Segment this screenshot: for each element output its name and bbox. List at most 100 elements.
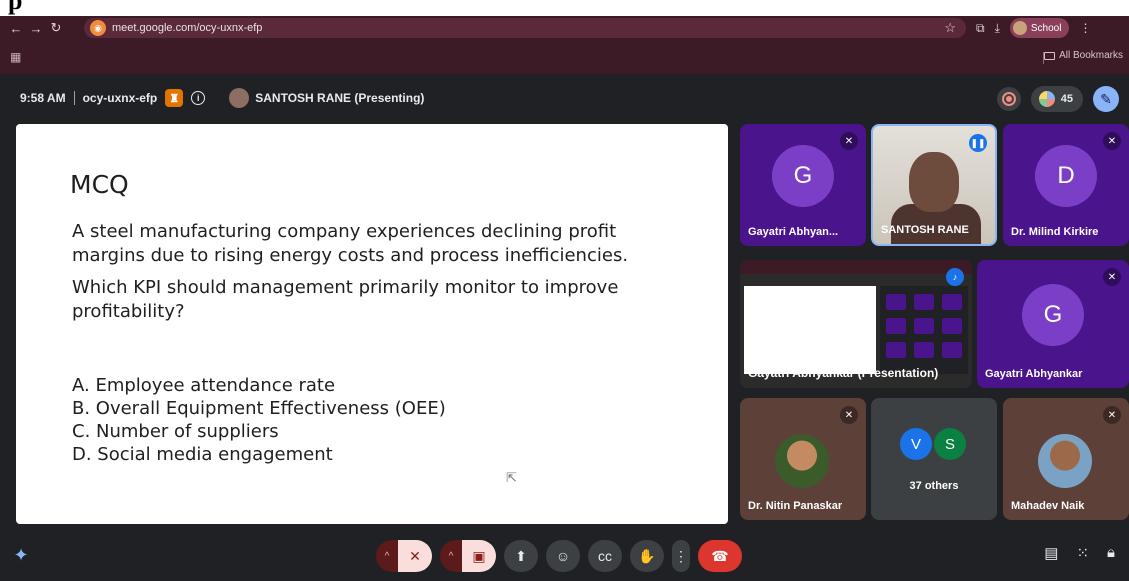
- participant-count: 45: [1060, 93, 1073, 105]
- participant-name: Gayatri Abhyankar: [985, 368, 1083, 380]
- presenter-avatar: [229, 88, 250, 108]
- answer-options: A. Employee attendance rate B. Overall E…: [72, 374, 446, 466]
- meeting-time: 9:58 AM: [20, 91, 66, 105]
- camera-control: ^ ▣: [440, 540, 496, 572]
- bookmark-star-icon[interactable]: ☆: [944, 20, 956, 36]
- mic-off-icon: ✕: [840, 132, 858, 150]
- option-b: B. Overall Equipment Effectiveness (OEE): [72, 398, 446, 419]
- control-bar: ✦ ^ ✕ ^ ▣ ⬆ ☺ cc ✋ ⋮ ☎ ▤ ⁙ 🔒︎: [0, 534, 1129, 581]
- present-screen-button[interactable]: ⬆: [504, 540, 538, 572]
- participant-name: SANTOSH RANE: [881, 224, 969, 236]
- others-count: 37 others: [909, 480, 959, 492]
- toolbar-right: ⧉ ⤓ School ⋮: [976, 18, 1091, 38]
- cut-off-heading: p: [8, 0, 23, 15]
- participant-name: Gayatri Abhyankar (Presentation): [748, 366, 939, 380]
- site-settings-icon[interactable]: ◉: [90, 20, 106, 36]
- avatar: S: [934, 428, 966, 460]
- call-controls: ^ ✕ ^ ▣ ⬆ ☺ cc ✋ ⋮ ☎: [376, 540, 742, 572]
- header-divider: [73, 91, 75, 105]
- all-bookmarks-label: All Bookmarks: [1059, 50, 1123, 61]
- participants-icon: [1038, 91, 1055, 107]
- mic-off-button[interactable]: ✕: [398, 540, 432, 572]
- participant-photo: [1038, 434, 1092, 488]
- participant-initial: D: [1035, 145, 1097, 207]
- side-controls: ▤ ⁙ 🔒︎: [1044, 544, 1115, 562]
- participant-tile[interactable]: ✕ Mahadev Naik: [1003, 398, 1129, 520]
- reload-icon[interactable]: ↻: [46, 18, 66, 38]
- info-icon[interactable]: i: [191, 91, 206, 105]
- host-controls-lock-icon[interactable]: 🔒︎: [1107, 544, 1115, 562]
- forward-icon[interactable]: →: [26, 18, 46, 38]
- top-strip: p: [0, 0, 1129, 16]
- participant-name: Gayatri Abhyan...: [748, 226, 839, 238]
- extensions-icon[interactable]: ⧉: [976, 21, 985, 36]
- slide-title: MCQ: [70, 170, 129, 199]
- audio-settings-chevron-icon[interactable]: ^: [376, 540, 398, 572]
- meeting-code: ocy-uxnx-efp: [82, 91, 158, 105]
- participant-name: Dr. Nitin Panaskar: [748, 500, 843, 512]
- preview-slide: [744, 286, 876, 374]
- apps-grid-icon[interactable]: ▦: [10, 50, 21, 64]
- presentation-preview-tile[interactable]: ♪ Gayatri Abhyankar (Presentation): [740, 260, 972, 388]
- meet-stage: 9:58 AM ocy-uxnx-efp ♜ i SANTOSH RANE (P…: [0, 74, 1129, 581]
- meeting-header: 9:58 AM ocy-uxnx-efp ♜ i SANTOSH RANE (P…: [0, 74, 1129, 120]
- slide-question: A steel manufacturing company experience…: [72, 220, 692, 332]
- participant-tile[interactable]: ✕ D Dr. Milind Kirkire: [1003, 124, 1129, 246]
- presentation-slide: MCQ A steel manufacturing company experi…: [16, 124, 728, 524]
- participant-tile[interactable]: ✕ Dr. Nitin Panaskar: [740, 398, 866, 520]
- participant-photo: [775, 434, 829, 488]
- captions-button[interactable]: cc: [588, 540, 622, 572]
- toolbar: ← → ↻ ◉ meet.google.com/ocy-uxnx-efp ☆ ⧉…: [0, 16, 1129, 40]
- mic-off-icon: ✕: [1103, 268, 1121, 286]
- participant-tile-speaker[interactable]: ❚❚ SANTOSH RANE: [871, 124, 997, 246]
- presenter-chip[interactable]: SANTOSH RANE (Presenting): [229, 88, 424, 108]
- option-d: D. Social media engagement: [72, 444, 333, 465]
- option-c: C. Number of suppliers: [72, 421, 279, 442]
- back-icon[interactable]: ←: [6, 18, 26, 38]
- gemini-notes-icon[interactable]: ✎: [1093, 86, 1119, 112]
- avatar: V: [900, 428, 932, 460]
- download-icon[interactable]: ⤓: [995, 21, 1000, 36]
- menu-icon[interactable]: ⋮: [1079, 21, 1091, 35]
- presenter-label: SANTOSH RANE (Presenting): [255, 91, 425, 105]
- audio-icon: ♪: [946, 268, 964, 286]
- mouse-cursor-icon: ⇱: [506, 470, 517, 485]
- url-text: meet.google.com/ocy-uxnx-efp: [112, 22, 263, 34]
- profile-avatar: [1012, 21, 1027, 35]
- folder-icon: [1044, 51, 1056, 60]
- mic-off-icon: ✕: [840, 406, 858, 424]
- question-text-2: Which KPI should management primarily mo…: [72, 277, 619, 322]
- all-bookmarks-button[interactable]: All Bookmarks: [1044, 50, 1123, 61]
- camera-off-button[interactable]: ▣: [462, 540, 496, 572]
- option-a: A. Employee attendance rate: [72, 375, 336, 396]
- bookmarks-bar: ▦ All Bookmarks: [0, 46, 1129, 68]
- browser-chrome: ← → ↻ ◉ meet.google.com/ocy-uxnx-efp ☆ ⧉…: [0, 16, 1129, 74]
- participant-initial: G: [1022, 284, 1084, 346]
- recording-icon[interactable]: [996, 87, 1021, 111]
- preview-browser-bar: [740, 260, 972, 274]
- preview-grid: [880, 286, 968, 374]
- meeting-info: 9:58 AM ocy-uxnx-efp ♜ i SANTOSH RANE (P…: [20, 88, 424, 108]
- leave-call-button[interactable]: ☎: [698, 540, 742, 572]
- mic-off-icon: ✕: [1103, 132, 1121, 150]
- video-settings-chevron-icon[interactable]: ^: [440, 540, 462, 572]
- participant-name: Dr. Milind Kirkire: [1011, 226, 1099, 238]
- profile-label: School: [1030, 22, 1062, 34]
- mic-control: ^ ✕: [376, 540, 432, 572]
- participants-button[interactable]: 45: [1030, 86, 1083, 112]
- emoji-button[interactable]: ☺: [546, 540, 580, 572]
- host-controls-icon[interactable]: ♜: [165, 89, 184, 107]
- participant-tile[interactable]: ✕ G Gayatri Abhyankar: [977, 260, 1129, 388]
- participant-name: Mahadev Naik: [1011, 500, 1085, 512]
- chat-icon[interactable]: ▤: [1044, 544, 1058, 562]
- others-tile[interactable]: V S 37 others: [871, 398, 997, 520]
- address-bar[interactable]: ◉ meet.google.com/ocy-uxnx-efp ☆: [84, 18, 966, 38]
- video-face: [909, 152, 959, 212]
- activities-icon[interactable]: ⁙: [1076, 544, 1089, 562]
- profile-button[interactable]: School: [1009, 18, 1070, 38]
- raise-hand-button[interactable]: ✋: [630, 540, 664, 572]
- more-options-button[interactable]: ⋮: [672, 540, 690, 572]
- gemini-icon[interactable]: ✦: [10, 544, 32, 566]
- participant-tile[interactable]: ✕ G Gayatri Abhyan...: [740, 124, 866, 246]
- speaking-indicator-icon: ❚❚: [969, 134, 987, 152]
